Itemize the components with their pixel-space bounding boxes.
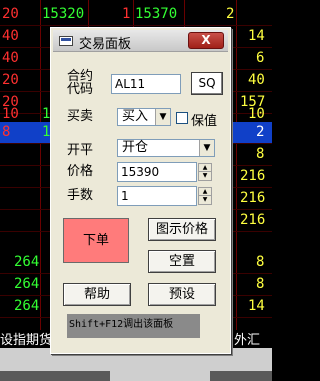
dialog-title: 交易面板 xyxy=(79,37,132,52)
quote-cell: 8 xyxy=(256,276,265,292)
quote-cell: 2 xyxy=(226,6,235,22)
status-strip-segment xyxy=(0,371,110,381)
dialog-titlebar[interactable]: 交易面板 X xyxy=(53,30,228,52)
price-input[interactable]: 15390 xyxy=(117,162,197,182)
tab-futures[interactable]: 设指期货 xyxy=(0,329,52,348)
side-select-value: 买入 xyxy=(122,109,149,124)
quantity-stepper[interactable]: ▲ ▼ xyxy=(198,187,212,205)
step-up-icon[interactable]: ▲ xyxy=(199,164,211,172)
price-stepper[interactable]: ▲ ▼ xyxy=(198,163,212,181)
step-up-icon[interactable]: ▲ xyxy=(199,188,211,196)
quote-cell: 1 xyxy=(122,6,131,22)
offset-label: 开平 xyxy=(67,143,94,158)
quote-cell: 14 xyxy=(248,28,265,44)
quote-cell: 15370 xyxy=(135,6,178,22)
quote-cell: 10 xyxy=(2,106,19,122)
quote-cell: 8 xyxy=(256,146,265,162)
quote-row[interactable]: 20 15320 1 15370 2 xyxy=(0,4,272,26)
help-button[interactable]: 帮助 xyxy=(63,283,131,306)
quote-cell: 20 xyxy=(2,6,19,22)
hotkey-hint: Shift+F12调出该面板 xyxy=(67,314,200,338)
preset-button[interactable]: 预设 xyxy=(148,283,216,306)
tab-forex[interactable]: 外汇 xyxy=(234,329,260,348)
quote-cell: 264 xyxy=(14,276,40,292)
step-down-icon[interactable]: ▼ xyxy=(199,196,211,204)
quote-cell: 8 xyxy=(256,254,265,270)
side-label: 买卖 xyxy=(67,109,94,124)
quote-cell: 14 xyxy=(248,298,265,314)
quote-cell: 40 xyxy=(2,28,19,44)
quote-cell: 8 xyxy=(2,124,11,140)
status-strip-segment xyxy=(210,371,272,381)
chevron-down-icon[interactable]: ▼ xyxy=(199,140,214,156)
hedge-label: 保值 xyxy=(191,114,218,129)
quote-cell: 2 xyxy=(256,124,265,140)
quote-cell: 20 xyxy=(2,72,19,88)
quote-cell: 264 xyxy=(14,254,40,270)
quote-cell: 6 xyxy=(256,50,265,66)
quote-cell: 40 xyxy=(2,50,19,66)
quote-cell: 264 xyxy=(14,298,40,314)
quote-cell: 10 xyxy=(248,106,265,122)
window-icon xyxy=(59,36,73,46)
sq-button[interactable]: SQ xyxy=(191,72,223,95)
clear-button[interactable]: 空置 xyxy=(148,250,216,273)
quote-cell: 216 xyxy=(240,168,266,184)
quote-cell: 40 xyxy=(248,72,265,88)
chevron-down-icon[interactable]: ▼ xyxy=(155,109,170,125)
quote-cell: 15320 xyxy=(42,6,85,22)
quantity-input[interactable]: 1 xyxy=(117,186,197,206)
offset-select-value: 开仓 xyxy=(122,140,149,155)
close-button[interactable]: X xyxy=(188,32,224,49)
show-price-button[interactable]: 图示价格 xyxy=(148,218,216,241)
quantity-label: 手数 xyxy=(67,188,94,203)
hedge-checkbox[interactable] xyxy=(176,112,188,124)
place-order-button[interactable]: 下单 xyxy=(63,218,129,263)
side-select[interactable]: 买入 ▼ xyxy=(117,108,171,126)
offset-select[interactable]: 开仓 ▼ xyxy=(117,139,215,157)
trade-panel-dialog: 交易面板 X 合约代码 AL11 SQ 买卖 买入 ▼ 保值 开平 开仓 ▼ 价… xyxy=(50,27,231,354)
quote-cell: 216 xyxy=(240,190,266,206)
price-label: 价格 xyxy=(67,164,94,179)
step-down-icon[interactable]: ▼ xyxy=(199,172,211,180)
contract-code-label: 合约代码 xyxy=(67,69,94,97)
quote-cell: 216 xyxy=(240,212,266,228)
contract-code-input[interactable]: AL11 xyxy=(111,74,181,94)
